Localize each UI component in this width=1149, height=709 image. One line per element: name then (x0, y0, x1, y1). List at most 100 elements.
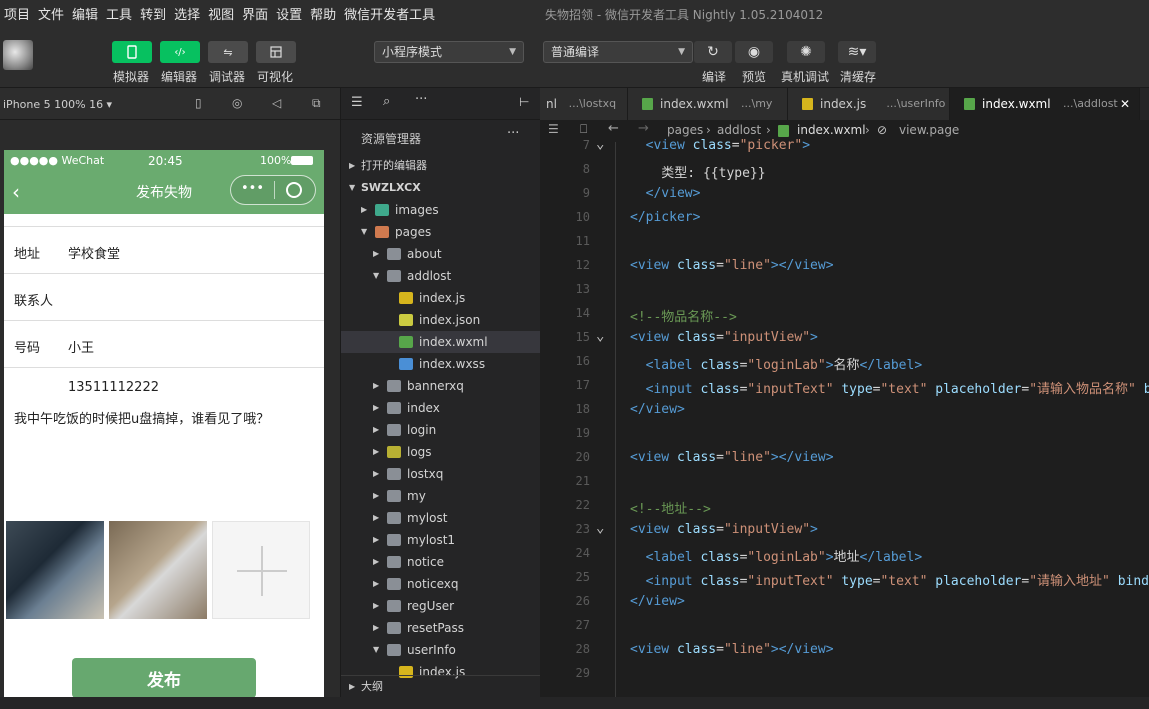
back-arrow-icon[interactable]: ← (608, 121, 619, 136)
forward-arrow-icon[interactable]: → (638, 121, 649, 136)
tree-folder[interactable]: ▶ logs (341, 441, 541, 463)
popout-icon[interactable]: ⧉ (312, 96, 321, 111)
open-editors-section[interactable]: ▶ 打开的编辑器 (341, 155, 541, 177)
tree-file[interactable]: index.wxml (341, 331, 541, 353)
preview-button[interactable]: ◉ (735, 41, 773, 63)
breadcrumb-item[interactable]: view.page (899, 123, 959, 137)
breadcrumb-item[interactable]: index.wxml (797, 123, 866, 137)
editor-toggle-button[interactable]: ‹/› (160, 41, 200, 63)
code-line[interactable]: <view class="inputView"> (630, 330, 818, 345)
menu-item[interactable]: 转到 (136, 4, 170, 23)
code-line[interactable]: <view class="inputView"> (630, 522, 818, 537)
code-line[interactable]: <view class="picker"> (630, 138, 810, 153)
tree-folder[interactable]: ▶ regUser (341, 595, 541, 617)
phone-row[interactable]: 号码 小王 (4, 320, 324, 367)
fold-chevron-icon[interactable]: ⌄ (596, 520, 604, 536)
address-row[interactable]: 地址 学校食堂 (4, 226, 324, 273)
number-value[interactable]: 13511112222 (68, 380, 159, 395)
compile-button[interactable]: ↻ (694, 41, 732, 63)
menu-item[interactable]: 项目 (0, 4, 34, 23)
debugger-toggle-button[interactable]: ⇋ (208, 41, 248, 63)
fold-chevron-icon[interactable]: ⌄ (596, 328, 604, 344)
more-icon[interactable]: ··· (415, 92, 427, 107)
tree-file[interactable]: index.wxss (341, 353, 541, 375)
code-line[interactable]: 类型: {{type}} (630, 162, 765, 181)
close-icon[interactable]: ✕ (1120, 88, 1130, 120)
code-line[interactable]: </view> (630, 186, 701, 201)
list-icon[interactable]: ☰ (351, 95, 363, 110)
tree-folder[interactable]: ▶ my (341, 485, 541, 507)
device-debug-button[interactable]: ✺ (787, 41, 825, 63)
tree-folder[interactable]: ▼ addlost (341, 265, 541, 287)
tree-folder[interactable]: ▶ noticexq (341, 573, 541, 595)
photo-thumbnail[interactable] (6, 521, 104, 619)
tree-folder[interactable]: ▼ userInfo (341, 639, 541, 661)
device-select[interactable]: iPhone 5 100% 16 ▾ (3, 98, 112, 111)
more-icon[interactable]: ••• (241, 181, 264, 196)
code-line[interactable]: <input class="inputText" type="text" pla… (630, 570, 1149, 589)
record-icon[interactable]: ◎ (232, 96, 242, 110)
tree-folder[interactable]: ▶ mylost (341, 507, 541, 529)
code-line[interactable]: <label class="loginLab">地址</label> (630, 546, 923, 565)
address-value[interactable]: 学校食堂 (68, 243, 120, 262)
menu-item[interactable]: 视图 (204, 4, 238, 23)
tree-folder[interactable]: ▶ lostxq (341, 463, 541, 485)
project-section[interactable]: ▼ SWZLXCX (341, 177, 541, 199)
more-icon[interactable]: ··· (507, 126, 519, 141)
phone-icon[interactable]: ▯ (195, 96, 202, 110)
code-line[interactable]: </view> (630, 594, 685, 609)
code-line[interactable]: <input class="inputText" type="text" pla… (630, 378, 1149, 397)
search-icon[interactable]: ⌕ (383, 94, 390, 109)
volume-icon[interactable]: ◁ (272, 96, 281, 110)
phone-value[interactable]: 小王 (68, 337, 94, 356)
code-line[interactable]: <view class="line"></view> (630, 450, 834, 465)
compile-select[interactable]: 普通编译 ▼ (543, 41, 693, 63)
editor-tab[interactable]: index.wxml ...\my (628, 88, 788, 120)
menu-item[interactable]: 微信开发者工具 (340, 4, 439, 23)
breadcrumb-item[interactable]: addlost (717, 123, 761, 137)
tree-folder[interactable]: ▶ index (341, 397, 541, 419)
mode-select[interactable]: 小程序模式 ▼ (374, 41, 524, 63)
tree-folder[interactable]: ▶ mylost1 (341, 529, 541, 551)
menu-item[interactable]: 编辑 (68, 4, 102, 23)
tree-folder[interactable]: ▼ pages (341, 221, 541, 243)
menu-item[interactable]: 工具 (102, 4, 136, 23)
outline-section[interactable]: ▶ 大纲 (341, 675, 541, 697)
code-line[interactable]: <view class="line"></view> (630, 642, 834, 657)
tree-folder[interactable]: ▶ notice (341, 551, 541, 573)
code-line[interactable]: <!--物品名称--> (630, 306, 737, 325)
bookmark-icon[interactable]: ⎕ (580, 122, 587, 137)
photo-thumbnail[interactable] (109, 521, 207, 619)
tree-folder[interactable]: ▶ bannerxq (341, 375, 541, 397)
tree-folder[interactable]: ▶ resetPass (341, 617, 541, 639)
avatar[interactable] (3, 40, 33, 70)
tree-folder[interactable]: ▶ images (341, 199, 541, 221)
description-text[interactable]: 我中午吃饭的时候把u盘搞掉，谁看见了哦？ (14, 408, 269, 427)
add-photo-button[interactable] (212, 521, 310, 619)
visual-toggle-button[interactable] (256, 41, 296, 63)
fold-chevron-icon[interactable]: ⌄ (596, 136, 604, 152)
tree-file[interactable]: index.json (341, 309, 541, 331)
contact-row[interactable]: 联系人 (4, 273, 324, 320)
close-mini-icon[interactable] (286, 182, 302, 198)
editor-tab[interactable]: nl ...\lostxq (540, 88, 628, 120)
clear-cache-button[interactable]: ≋▾ (838, 41, 876, 63)
menu-item[interactable]: 选择 (170, 4, 204, 23)
code-line[interactable]: <view class="line"></view> (630, 258, 834, 273)
editor-tab[interactable]: index.js ...\userInfo (788, 88, 950, 120)
tree-folder[interactable]: ▶ login (341, 419, 541, 441)
editor-tab[interactable]: index.wxml ...\addlost ✕ (950, 88, 1140, 120)
menu-item[interactable]: 设置 (272, 4, 306, 23)
split-icon[interactable]: ⊢ (519, 95, 529, 109)
menu-item[interactable]: 文件 (34, 4, 68, 23)
tree-file[interactable]: index.js (341, 287, 541, 309)
list-icon[interactable]: ☰ (548, 122, 559, 136)
breadcrumb-item[interactable]: pages (667, 123, 703, 137)
menu-item[interactable]: 帮助 (306, 4, 340, 23)
code-line[interactable]: </view> (630, 402, 685, 417)
code-line[interactable]: </picker> (630, 210, 700, 225)
code-editor[interactable]: 7 ⌄ <view class="picker"> 8 类型: {{type}} 9 … (540, 136, 1149, 709)
menu-item[interactable]: 界面 (238, 4, 272, 23)
code-line[interactable]: <!--地址--> (630, 498, 711, 517)
code-line[interactable]: <label class="loginLab">名称</label> (630, 354, 923, 373)
